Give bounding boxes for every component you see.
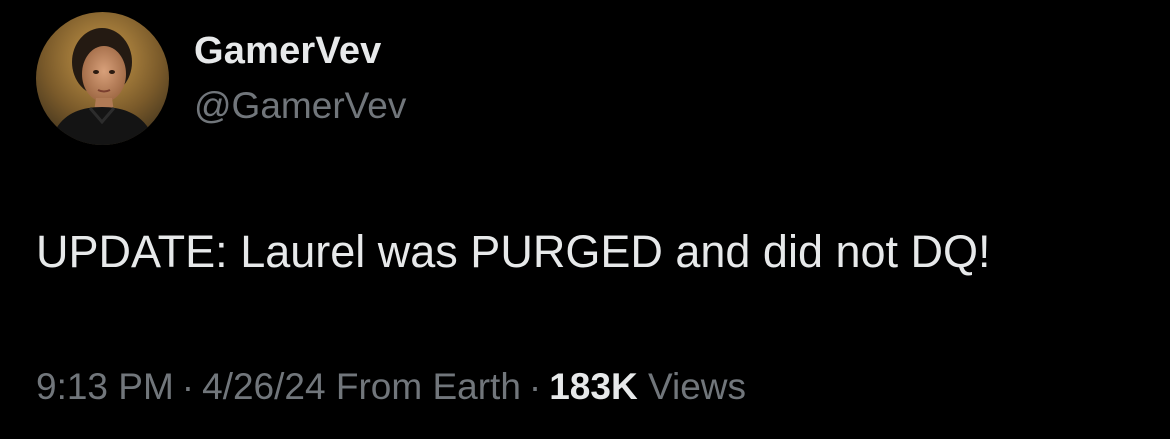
tweet-source: From Earth [335, 366, 521, 407]
separator: · [181, 366, 195, 407]
avatar[interactable] [36, 12, 169, 145]
display-name[interactable]: GamerVev [194, 30, 382, 73]
handle[interactable]: @GamerVev [194, 85, 406, 127]
tweet: GamerVev @GamerVev UPDATE: Laurel was PU… [0, 0, 1170, 439]
tweet-time[interactable]: 9:13 PM [36, 366, 174, 407]
views-label[interactable]: Views [648, 366, 746, 407]
profile-photo-icon [36, 12, 169, 145]
separator: · [528, 366, 542, 407]
tweet-date[interactable]: 4/26/24 [202, 366, 325, 407]
views-count[interactable]: 183K [549, 366, 637, 407]
tweet-text: UPDATE: Laurel was PURGED and did not DQ… [36, 226, 991, 277]
tweet-meta: 9:13 PM · 4/26/24 From Earth · 183K Views [36, 366, 746, 408]
